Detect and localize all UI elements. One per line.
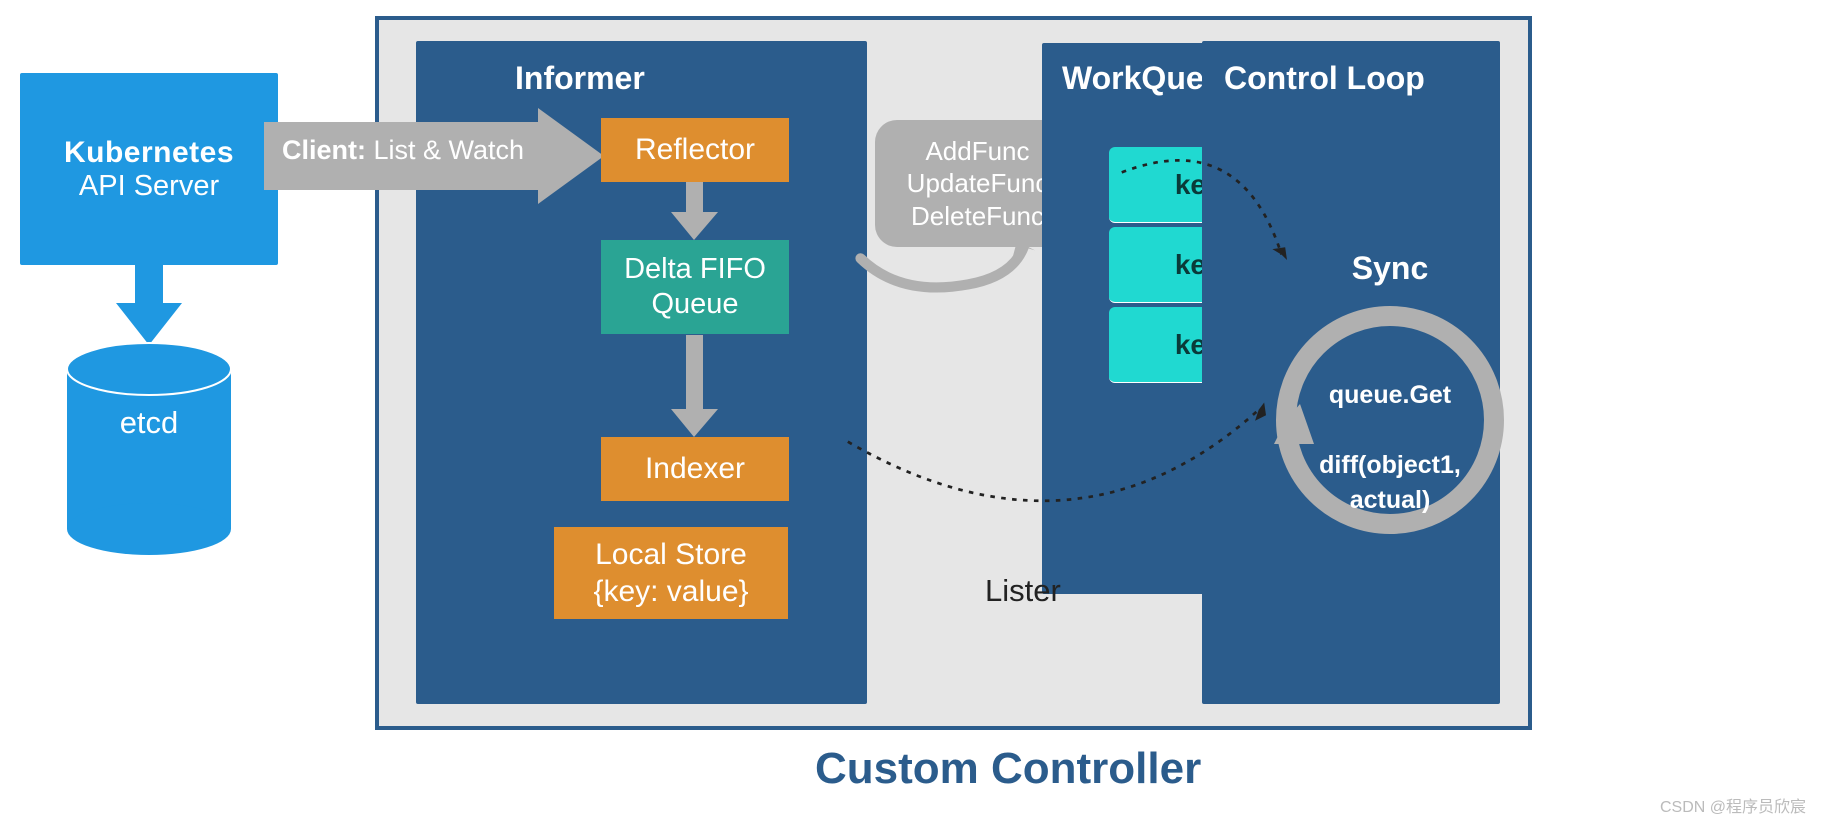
updatefunc-label: UpdateFunc: [907, 167, 1049, 200]
client-rest: List & Watch: [366, 135, 524, 165]
sync-inner-text: queue.Get diff(object1, actual): [1250, 378, 1530, 518]
arrow-reflector-to-delta-icon: [671, 182, 718, 240]
deletefunc-label: DeleteFunc: [911, 200, 1044, 233]
indexer-box: Indexer: [601, 437, 789, 501]
custom-controller-title: Custom Controller: [815, 744, 1201, 794]
lister-label: Lister: [985, 573, 1061, 609]
k8s-subtitle: API Server: [79, 170, 219, 203]
reflector-box: Reflector: [601, 118, 789, 182]
informer-title: Informer: [515, 60, 645, 97]
control-loop-title: Control Loop: [1224, 60, 1425, 97]
diagram-stage: Kubernetes API Server etcd Custom Contro…: [0, 0, 1846, 822]
local-store-l2: {key: value}: [593, 573, 748, 611]
client-arrow-label: Client: List & Watch: [282, 135, 524, 166]
etcd-label: etcd: [65, 405, 233, 441]
client-strong: Client:: [282, 135, 366, 165]
k8s-title: Kubernetes: [64, 136, 234, 170]
addfunc-label: AddFunc: [925, 135, 1029, 168]
local-store-l1: Local Store: [595, 536, 747, 574]
etcd-cylinder-icon: [65, 341, 233, 556]
sync-loop: Sync queue.Get diff(object1, actual): [1250, 250, 1530, 560]
delta-fifo-queue-box: Delta FIFO Queue: [601, 240, 789, 334]
local-store-box: Local Store {key: value}: [554, 527, 788, 619]
arrow-to-etcd-icon: [110, 265, 188, 345]
kubernetes-api-server-box: Kubernetes API Server: [20, 73, 278, 265]
watermark: CSDN @程序员欣宸: [1660, 793, 1806, 817]
arrow-delta-to-indexer-icon: [671, 335, 718, 437]
sync-title: Sync: [1250, 250, 1530, 287]
